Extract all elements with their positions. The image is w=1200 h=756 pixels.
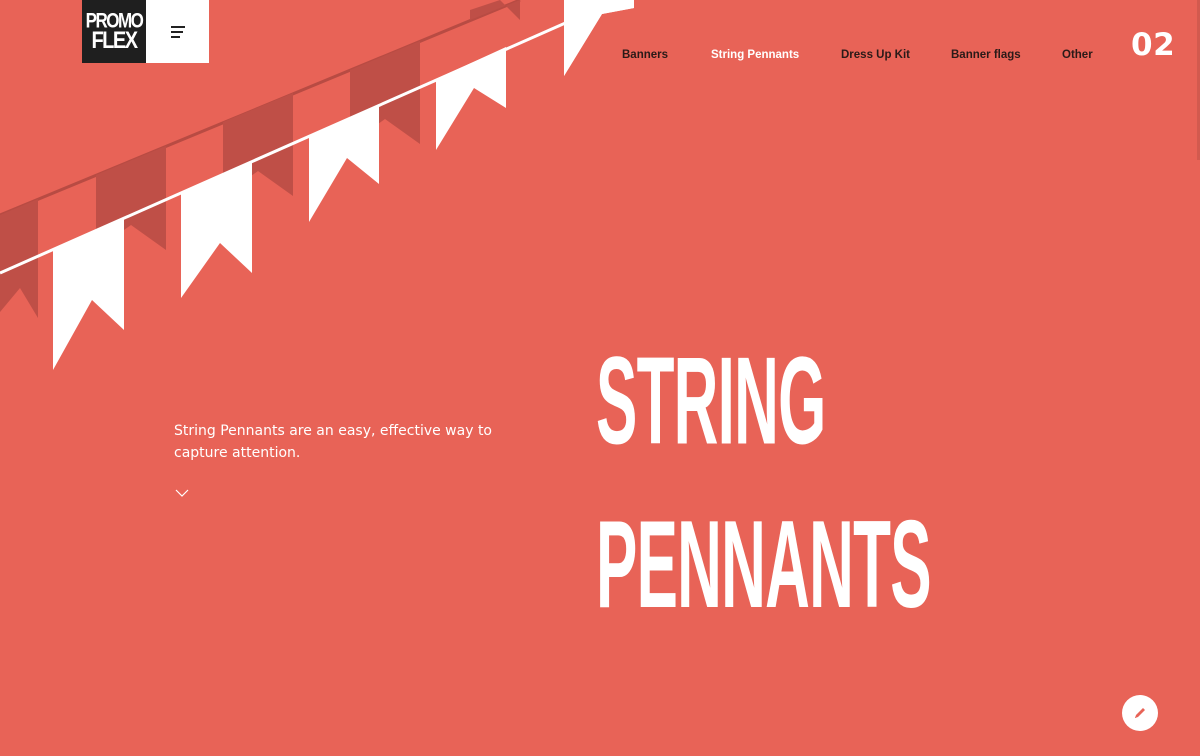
page: PROMO FLEX Banners String Pennants Dress… xyxy=(0,0,1200,756)
edit-fab-button[interactable] xyxy=(1122,695,1158,731)
chevron-down-icon xyxy=(175,489,189,497)
logo-text-flex: FLEX xyxy=(91,27,138,54)
nav-item-string-pennants[interactable]: String Pennants xyxy=(711,49,799,61)
hero-title: STRING PENNANTS xyxy=(596,320,932,648)
pencil-icon xyxy=(1135,708,1145,718)
nav-item-banner-flags[interactable]: Banner flags xyxy=(951,49,1021,61)
nav-item-dress-up-kit[interactable]: Dress Up Kit xyxy=(841,49,910,61)
menu-button[interactable] xyxy=(146,0,209,63)
scroll-down-button[interactable] xyxy=(174,485,190,499)
nav-item-banners[interactable]: Banners xyxy=(622,49,668,61)
slide-number: 02 xyxy=(1131,27,1176,63)
hero-title-line1: STRING xyxy=(596,331,826,471)
promoflex-logo[interactable]: PROMO FLEX xyxy=(82,0,146,63)
hero-title-line2: PENNANTS xyxy=(596,495,932,635)
nav-item-other[interactable]: Other xyxy=(1062,49,1093,61)
hero-description: String Pennants are an easy, effective w… xyxy=(174,423,493,461)
